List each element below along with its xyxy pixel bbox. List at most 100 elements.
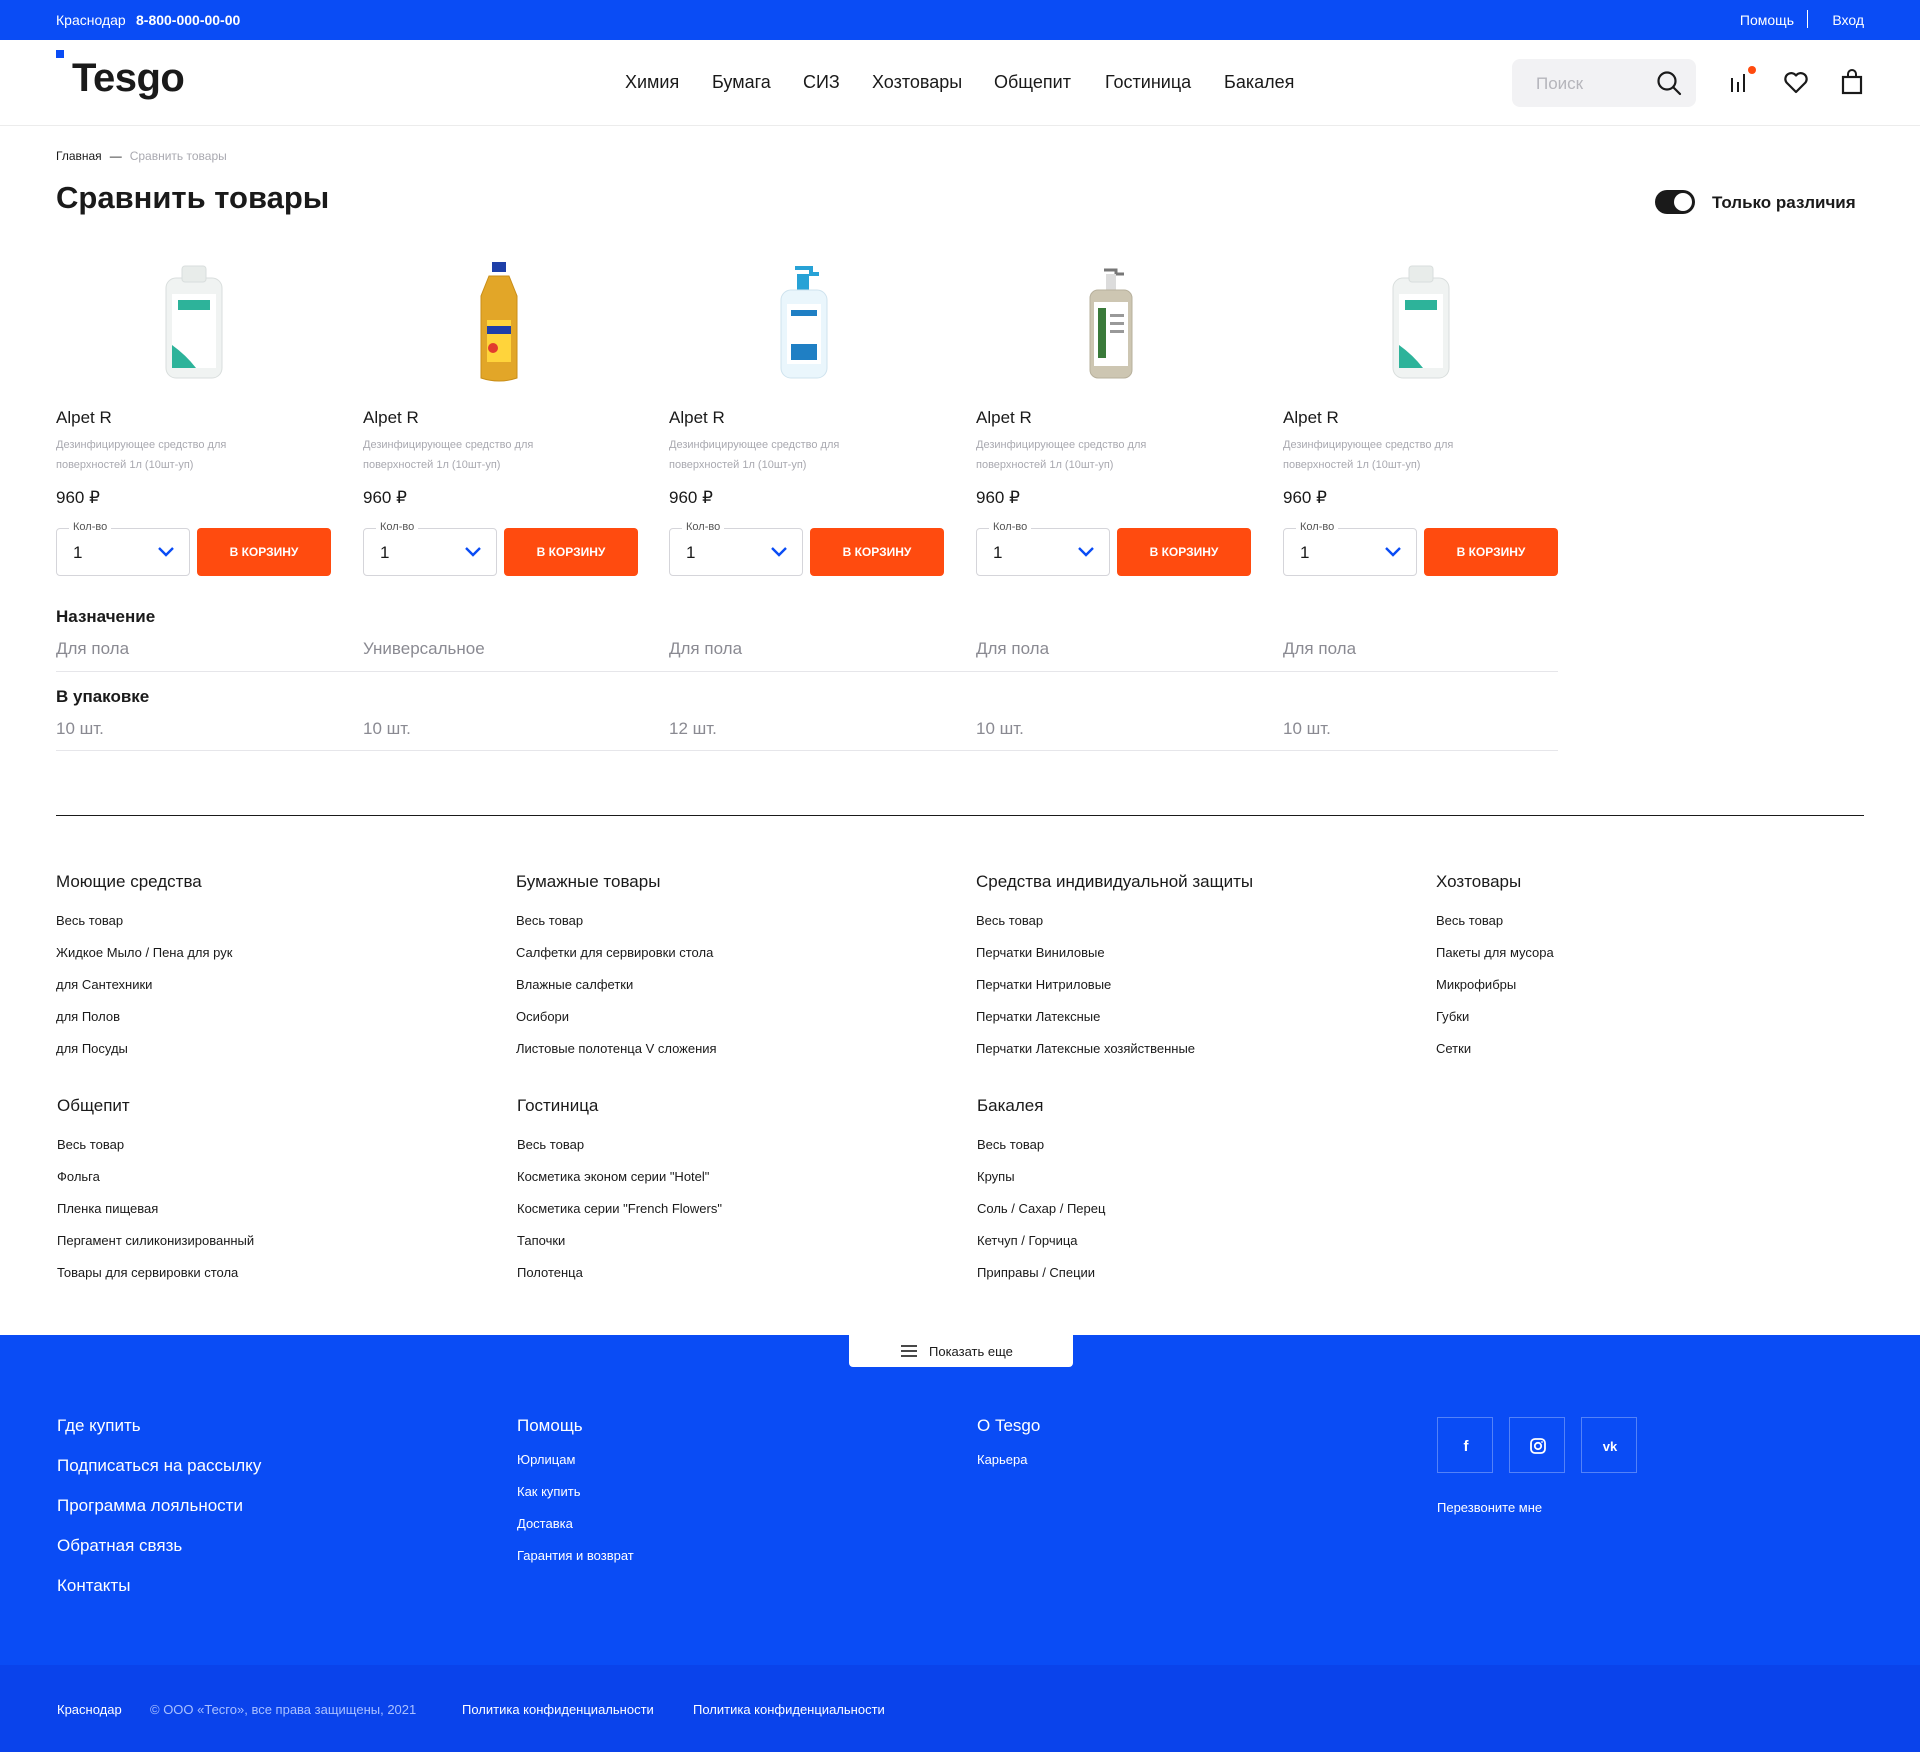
add-to-cart-button[interactable]: В КОРЗИНУ (810, 528, 944, 576)
product-image[interactable] (1283, 260, 1555, 385)
heart-icon[interactable] (1782, 68, 1810, 96)
breadcrumb-home[interactable]: Главная (56, 149, 102, 163)
catalog-link[interactable]: Микрофибры (1436, 969, 1554, 1001)
help-link[interactable]: Помощь (1740, 12, 1794, 28)
catalog-link[interactable]: Сетки (1436, 1033, 1554, 1065)
catalog-heading[interactable]: Бумажные товары (516, 872, 717, 892)
nav-item-hotel[interactable]: Гостиница (1105, 72, 1191, 93)
catalog-link[interactable]: Перчатки Виниловые (976, 937, 1253, 969)
catalog-link[interactable]: Приправы / Специи (977, 1257, 1105, 1289)
quantity-select[interactable]: Кол-во 1 (669, 521, 803, 576)
product-name[interactable]: Alpet R (669, 408, 725, 428)
catalog-link[interactable]: Влажные салфетки (516, 969, 717, 1001)
catalog-link[interactable]: Весь товар (977, 1129, 1105, 1161)
catalog-link[interactable]: Весь товар (516, 905, 717, 937)
nav-item-catering[interactable]: Общепит (994, 72, 1071, 93)
login-link[interactable]: Вход (1832, 12, 1864, 28)
catalog-heading[interactable]: Общепит (57, 1096, 254, 1116)
catalog-link[interactable]: Полотенца (517, 1257, 722, 1289)
catalog-heading[interactable]: Моющие средства (56, 872, 232, 892)
catalog-heading[interactable]: Гостиница (517, 1096, 722, 1116)
show-more-button[interactable]: Показать еще (849, 1335, 1073, 1367)
privacy-policy-link[interactable]: Политика конфиденциальности (462, 1702, 654, 1717)
product-name[interactable]: Alpet R (363, 408, 419, 428)
catalog-link[interactable]: Жидкое Мыло / Пена для рук (56, 937, 232, 969)
search-input[interactable]: Поиск (1512, 59, 1696, 107)
footer-link-contacts[interactable]: Контакты (57, 1576, 130, 1596)
product-name[interactable]: Alpet R (976, 408, 1032, 428)
quantity-select[interactable]: Кол-во 1 (976, 521, 1110, 576)
footer-link-where-to-buy[interactable]: Где купить (57, 1416, 141, 1436)
nav-item-grocery[interactable]: Бакалея (1224, 72, 1294, 93)
footer-link-loyalty[interactable]: Программа лояльности (57, 1496, 243, 1516)
footer-heading-about[interactable]: О Tesgo (977, 1416, 1040, 1436)
footer-link[interactable]: Доставка (517, 1516, 573, 1531)
privacy-policy-link[interactable]: Политика конфиденциальности (693, 1702, 885, 1717)
catalog-link[interactable]: Пакеты для мусора (1436, 937, 1554, 969)
catalog-link[interactable]: Весь товар (1436, 905, 1554, 937)
catalog-link[interactable]: Весь товар (517, 1129, 722, 1161)
differences-toggle[interactable] (1655, 190, 1695, 214)
catalog-link[interactable]: Перчатки Латексные (976, 1001, 1253, 1033)
catalog-heading[interactable]: Бакалея (977, 1096, 1105, 1116)
quantity-select[interactable]: Кол-во 1 (1283, 521, 1417, 576)
catalog-link[interactable]: для Сантехники (56, 969, 232, 1001)
catalog-link[interactable]: Весь товар (56, 905, 232, 937)
product-name[interactable]: Alpet R (56, 408, 112, 428)
catalog-link[interactable]: Весь товар (57, 1129, 254, 1161)
facebook-button[interactable]: f (1437, 1417, 1493, 1473)
product-name[interactable]: Alpet R (1283, 408, 1339, 428)
product-image[interactable] (363, 260, 635, 385)
catalog-link[interactable]: Косметика серии "French Flowers" (517, 1193, 722, 1225)
catalog-link[interactable]: Листовые полотенца V сложения (516, 1033, 717, 1065)
footer-link[interactable]: Юрлицам (517, 1452, 575, 1467)
catalog-link[interactable]: Весь товар (976, 905, 1253, 937)
catalog-link[interactable]: Кетчуп / Горчица (977, 1225, 1105, 1257)
quantity-select[interactable]: Кол-во 1 (56, 521, 190, 576)
catalog-link[interactable]: Перчатки Нитриловые (976, 969, 1253, 1001)
product-image[interactable] (669, 260, 941, 385)
logo[interactable]: Tesgo (72, 56, 185, 101)
product-image[interactable] (56, 260, 328, 385)
footer-heading-help[interactable]: Помощь (517, 1416, 583, 1436)
instagram-button[interactable] (1509, 1417, 1565, 1473)
search-icon[interactable] (1656, 70, 1682, 96)
catalog-link[interactable]: Губки (1436, 1001, 1554, 1033)
footer-link-subscribe[interactable]: Подписаться на рассылку (57, 1456, 261, 1476)
catalog-heading[interactable]: Средства индивидуальной защиты (976, 872, 1253, 892)
footer-link-feedback[interactable]: Обратная связь (57, 1536, 182, 1556)
footer-link[interactable]: Карьера (977, 1452, 1028, 1467)
catalog-link[interactable]: Осибори (516, 1001, 717, 1033)
nav-item-chemistry[interactable]: Химия (625, 72, 679, 93)
quantity-select[interactable]: Кол-во 1 (363, 521, 497, 576)
catalog-link[interactable]: Пленка пищевая (57, 1193, 254, 1225)
phone-link[interactable]: 8-800-000-00-00 (136, 12, 240, 28)
catalog-link[interactable]: Перчатки Латексные хозяйственные (976, 1033, 1253, 1065)
vk-button[interactable]: vk (1581, 1417, 1637, 1473)
catalog-link[interactable]: для Полов (56, 1001, 232, 1033)
nav-item-household[interactable]: Хозтовары (872, 72, 962, 93)
product-image[interactable] (976, 260, 1248, 385)
add-to-cart-button[interactable]: В КОРЗИНУ (504, 528, 638, 576)
bag-icon[interactable] (1838, 68, 1866, 96)
catalog-link[interactable]: Косметика эконом серии "Hotel" (517, 1161, 722, 1193)
catalog-heading[interactable]: Хозтовары (1436, 872, 1554, 892)
catalog-link[interactable]: Пергамент силиконизированный (57, 1225, 254, 1257)
catalog-link[interactable]: Фольга (57, 1161, 254, 1193)
callback-link[interactable]: Перезвоните мне (1437, 1500, 1542, 1515)
footer-link[interactable]: Как купить (517, 1484, 580, 1499)
nav-item-ppe[interactable]: СИЗ (803, 72, 840, 93)
add-to-cart-button[interactable]: В КОРЗИНУ (1424, 528, 1558, 576)
catalog-link[interactable]: Соль / Сахар / Перец (977, 1193, 1105, 1225)
nav-item-paper[interactable]: Бумага (712, 72, 771, 93)
catalog-link[interactable]: Тапочки (517, 1225, 722, 1257)
add-to-cart-button[interactable]: В КОРЗИНУ (1117, 528, 1251, 576)
city-selector[interactable]: Краснодар (56, 12, 126, 28)
catalog-link[interactable]: Товары для сервировки стола (57, 1257, 254, 1289)
catalog-link[interactable]: для Посуды (56, 1033, 232, 1065)
add-to-cart-button[interactable]: В КОРЗИНУ (197, 528, 331, 576)
catalog-link[interactable]: Салфетки для сервировки стола (516, 937, 717, 969)
footer-link[interactable]: Гарантия и возврат (517, 1548, 634, 1563)
footer-city[interactable]: Краснодар (57, 1702, 122, 1717)
catalog-link[interactable]: Крупы (977, 1161, 1105, 1193)
